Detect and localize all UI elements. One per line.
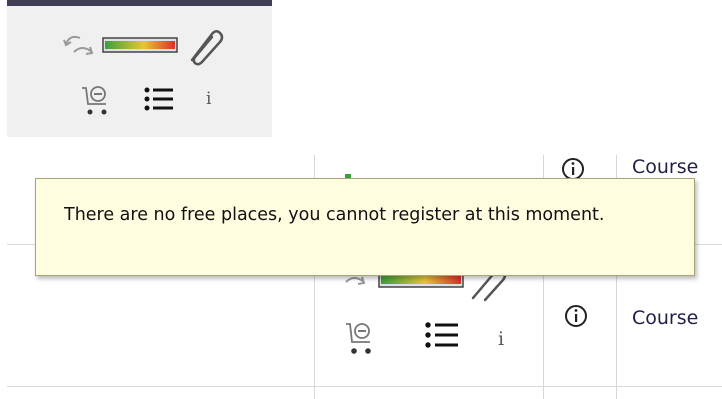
info-circle-icon[interactable] — [560, 156, 586, 178]
row-divider — [7, 386, 722, 387]
registration-tooltip: There are no free places, you cannot reg… — [35, 178, 695, 276]
cart-remove-icon[interactable] — [80, 82, 114, 118]
list-icon[interactable] — [424, 320, 460, 350]
panel-separator — [272, 0, 274, 137]
undo-redo-icon[interactable] — [60, 30, 100, 62]
info-letter-icon[interactable]: i — [206, 89, 211, 109]
info-letter-icon[interactable]: i — [498, 328, 504, 350]
course-name[interactable]: Course — [632, 307, 722, 329]
cart-remove-icon[interactable] — [344, 318, 378, 360]
course-name[interactable]: Course — [632, 156, 722, 178]
info-circle-icon[interactable] — [563, 303, 589, 329]
list-icon[interactable] — [143, 86, 175, 112]
rating-gradient-bar — [102, 37, 178, 53]
paperclip-icon[interactable] — [182, 26, 226, 66]
action-panel-top — [7, 0, 273, 137]
tooltip-text: There are no free places, you cannot reg… — [64, 205, 605, 225]
